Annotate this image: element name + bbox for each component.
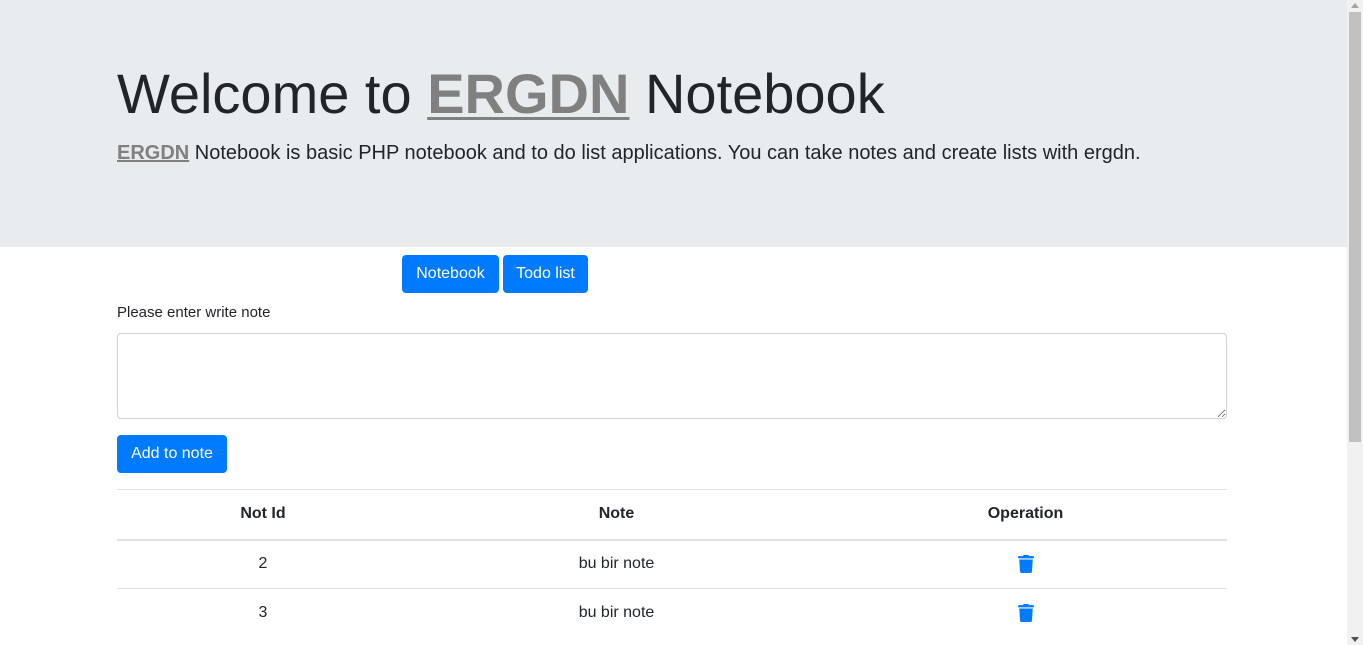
todo-list-button[interactable]: Todo list — [503, 255, 588, 293]
add-note-button[interactable]: Add to note — [117, 435, 227, 473]
cell-note-id: 3 — [117, 588, 409, 638]
note-textarea[interactable] — [117, 333, 1227, 419]
lead-brand: ERGDN — [117, 142, 190, 164]
title-prefix: Welcome to — [117, 62, 428, 125]
table-header-row: Not Id Note Operation — [117, 489, 1227, 541]
notebook-button[interactable]: Notebook — [402, 255, 499, 293]
cell-note-text: bu bir note — [409, 588, 824, 638]
jumbotron: Welcome to ERGDN Notebook ERGDN Notebook… — [0, 0, 1347, 247]
page: Welcome to ERGDN Notebook ERGDN Notebook… — [0, 0, 1347, 645]
note-field-label: Please enter write note — [117, 304, 271, 321]
title-brand: ERGDN — [427, 62, 630, 125]
lead-description: Notebook is basic PHP notebook and to do… — [189, 142, 1141, 164]
cell-operation — [824, 539, 1227, 589]
cell-operation — [824, 588, 1227, 638]
scrollbar-thumb[interactable] — [1349, 12, 1361, 442]
table-row: 3 bu bir note — [117, 588, 1227, 638]
vertical-scrollbar[interactable] — [1347, 0, 1363, 645]
trash-icon[interactable] — [1017, 555, 1034, 574]
page-title: Welcome to ERGDN Notebook — [117, 60, 885, 128]
scroll-up-arrow-icon[interactable] — [1351, 3, 1359, 8]
cell-note-text: bu bir note — [409, 539, 824, 589]
cell-note-id: 2 — [117, 539, 409, 589]
title-suffix: Notebook — [629, 62, 885, 125]
trash-icon[interactable] — [1017, 604, 1034, 623]
notes-table: Not Id Note Operation 2 bu bir note 3 bu… — [117, 489, 1227, 638]
browser-viewport: Welcome to ERGDN Notebook ERGDN Notebook… — [0, 0, 1363, 645]
header-not-id: Not Id — [117, 489, 409, 541]
table-row: 2 bu bir note — [117, 539, 1227, 589]
header-note: Note — [409, 489, 824, 541]
scroll-down-arrow-icon[interactable] — [1351, 637, 1359, 642]
header-operation: Operation — [824, 489, 1227, 541]
lead-text: ERGDN Notebook is basic PHP notebook and… — [117, 140, 1141, 166]
